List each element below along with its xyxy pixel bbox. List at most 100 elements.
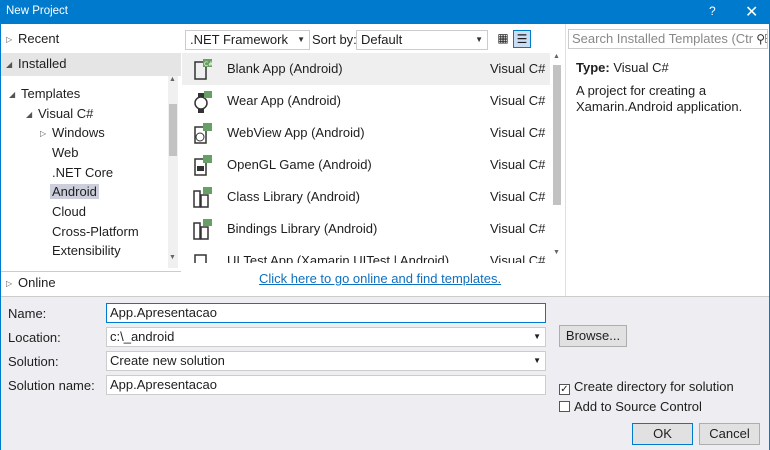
tree-visual-csharp[interactable]: ◢ Visual C# (26, 104, 93, 124)
globe-icon (194, 123, 212, 144)
location-value: c:\_android (110, 329, 175, 344)
scroll-up-icon[interactable]: ▲ (169, 76, 176, 83)
expand-arrow-icon[interactable]: ▷ (40, 124, 52, 144)
expand-arrow-icon[interactable]: ▷ (6, 30, 18, 50)
solution-label: Solution: (8, 354, 59, 369)
window-title: New Project (6, 5, 68, 17)
new-project-dialog: New Project ? ✕ ▷ Recent ◢ Installed ◢ Temp… (0, 0, 770, 450)
tree-item-android[interactable]: Android (50, 182, 99, 202)
framework-select[interactable]: .NET Framework 4.5 ▼ (185, 30, 310, 65)
library-icon (193, 219, 212, 240)
checkbox-checked-icon[interactable]: ✓ (559, 384, 570, 395)
tree-item-label: Cross-Platform (52, 224, 139, 239)
template-tree: ▷ Recent ◢ Installed ◢ Templates ◢ Visual C#… (1, 24, 181, 296)
android-app-icon: C# (194, 59, 212, 80)
template-item-webview-app[interactable]: WebView App (Android) Visual C# (182, 117, 550, 149)
solution-select[interactable]: Create new solution ▼ (106, 351, 546, 371)
search-input[interactable]: Search Installed Templates (Ctrl+E) ⚲ (568, 29, 768, 49)
grid-view-icon[interactable]: ▦ (494, 30, 512, 48)
collapse-arrow-icon[interactable]: ◢ (6, 55, 18, 75)
browse-button[interactable]: Browse... (559, 325, 627, 347)
chevron-down-icon: ▼ (475, 35, 483, 44)
ok-button[interactable]: OK (632, 423, 693, 445)
template-item-opengl-game[interactable]: OpenGL Game (Android) Visual C# (182, 149, 550, 181)
tree-item-extensibility[interactable]: Extensibility (52, 241, 121, 261)
collapse-arrow-icon[interactable]: ◢ (26, 105, 38, 125)
template-list: C# Blank App (Android) Visual C# Wear Ap… (182, 53, 566, 263)
template-name: UI Test App (Xamarin.UITest | Android) (227, 253, 450, 263)
tree-recent-label: Recent (18, 31, 60, 46)
tree-visual-csharp-label: Visual C# (38, 106, 94, 121)
template-list-scrollbar[interactable]: ▲ ▼ (551, 53, 563, 261)
find-templates-online-link[interactable]: Click here to go online and find templat… (259, 271, 501, 286)
type-line: Type: Visual C# (576, 60, 669, 75)
template-item-blank-app[interactable]: C# Blank App (Android) Visual C# (182, 53, 550, 85)
create-directory-label: Create directory for solution (574, 379, 734, 394)
source-control-label: Add to Source Control (574, 399, 702, 414)
scroll-thumb[interactable] (169, 104, 177, 156)
template-name: WebView App (Android) (227, 125, 365, 140)
tree-item-label: Cloud (52, 204, 86, 219)
chevron-down-icon[interactable]: ▼ (533, 328, 541, 346)
tree-templates-label: Templates (21, 86, 81, 101)
template-name: Blank App (Android) (227, 61, 343, 76)
sort-select[interactable]: Default ▼ (356, 30, 488, 50)
tree-scrollbar[interactable]: ▲ ▼ (168, 76, 178, 268)
type-value: Visual C# (613, 60, 669, 75)
svg-text:C#: C# (204, 61, 212, 68)
tree-installed-label: Installed (18, 56, 67, 71)
tree-item-net-core[interactable]: .NET Core (52, 163, 113, 183)
solution-name-field[interactable]: App.Apresentacao (106, 375, 546, 395)
source-control-checkbox[interactable]: Add to Source Control (559, 399, 702, 414)
close-button[interactable]: ✕ (745, 2, 758, 22)
project-form: Name: App.Apresentacao Location: c:\_and… (1, 296, 769, 450)
tree-templates[interactable]: ◢ Templates (9, 84, 80, 104)
checkbox-unchecked-icon[interactable] (559, 401, 570, 412)
template-item-bindings-library[interactable]: Bindings Library (Android) Visual C# (182, 213, 550, 245)
scroll-down-icon[interactable]: ▼ (169, 254, 176, 261)
template-toolbar: .NET Framework 4.5 ▼ Sort by: Default ▼ … (181, 24, 566, 65)
scroll-thumb[interactable] (553, 65, 561, 205)
tree-recent[interactable]: ▷ Recent (1, 28, 181, 51)
template-item-ui-test-app[interactable]: UI Test App (Xamarin.UITest | Android) V… (182, 245, 550, 263)
tree-online-label: Online (18, 275, 56, 290)
tree-installed[interactable]: ◢ Installed (1, 53, 181, 76)
list-view-icon[interactable]: ☰ (513, 30, 531, 48)
type-label: Type: (576, 60, 610, 75)
template-item-wear-app[interactable]: Wear App (Android) Visual C# (182, 85, 550, 117)
template-language: Visual C# (490, 61, 546, 76)
template-item-class-library[interactable]: Class Library (Android) Visual C# (182, 181, 550, 213)
name-field[interactable]: App.Apresentacao (106, 303, 546, 323)
tree-item-cross-platform[interactable]: Cross-Platform (52, 222, 139, 242)
tree-item-windows[interactable]: ▷ Windows (40, 123, 105, 143)
collapse-arrow-icon[interactable]: ◢ (9, 85, 21, 105)
expand-arrow-icon[interactable]: ▷ (6, 274, 18, 294)
test-icon (194, 254, 207, 263)
search-icon[interactable]: ⚲ (753, 30, 765, 48)
name-label: Name: (8, 306, 47, 321)
chevron-down-icon[interactable]: ▼ (533, 352, 541, 370)
help-button[interactable]: ? (709, 4, 716, 18)
search-placeholder: Search Installed Templates (Ctrl+E) (572, 31, 768, 46)
tree-item-web[interactable]: Web (52, 143, 79, 163)
template-name: OpenGL Game (Android) (227, 157, 372, 172)
tree-item-label: Web (52, 145, 79, 160)
tree-item-cloud[interactable]: Cloud (52, 202, 86, 222)
create-directory-checkbox[interactable]: ✓ Create directory for solution (559, 379, 734, 395)
cancel-button[interactable]: Cancel (699, 423, 760, 445)
scroll-up-icon[interactable]: ▲ (553, 53, 560, 60)
tree-online[interactable]: ▷ Online (1, 271, 181, 294)
scroll-down-icon[interactable]: ▼ (553, 249, 560, 256)
template-language: Visual C# (490, 157, 546, 172)
template-name: Bindings Library (Android) (227, 221, 378, 236)
tree-item-label: Windows (52, 125, 105, 140)
tree-item-label: Extensibility (52, 243, 121, 258)
template-language: Visual C# (490, 221, 546, 236)
location-field[interactable]: c:\_android ▼ (106, 327, 546, 347)
template-description: A project for creating a Xamarin.Android… (576, 83, 743, 114)
name-value: App.Apresentacao (110, 305, 217, 320)
library-icon (193, 187, 212, 208)
solution-name-label: Solution name: (8, 378, 95, 393)
template-language: Visual C# (490, 125, 546, 140)
template-name: Class Library (Android) (227, 189, 360, 204)
